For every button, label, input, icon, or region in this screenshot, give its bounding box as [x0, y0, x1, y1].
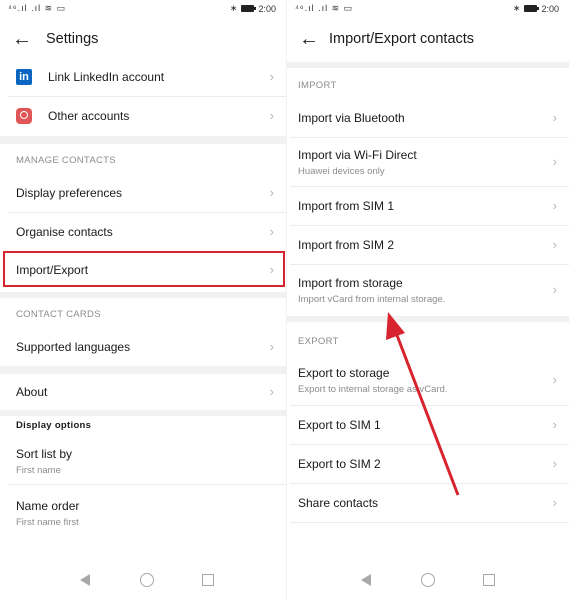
import-export-title-bar: ← Import/Export contacts [287, 22, 569, 58]
display-preferences-item[interactable]: Display preferences › [8, 174, 286, 213]
item-subtitle: Import vCard from internal storage. [298, 294, 446, 305]
item-label: About [16, 385, 48, 399]
import-wifi-direct-item[interactable]: Import via Wi-Fi Direct Huawei devices o… [290, 138, 569, 187]
item-label: Display preferences [16, 186, 123, 200]
item-label: Import from SIM 1 [298, 199, 395, 213]
section-header-export: EXPORT [298, 336, 339, 347]
section-divider [287, 316, 569, 322]
item-label: Import from SIM 2 [298, 238, 395, 252]
about-item[interactable]: About › [8, 374, 286, 410]
item-subtitle: Export to internal storage as vCard. [298, 384, 448, 395]
back-arrow-icon[interactable]: ← [12, 28, 34, 50]
signal-indicators: ⁴⁶.ıl .ıl ≋ ▭ [8, 3, 67, 13]
status-bar: ⁴⁶.ıl .ıl ≋ ▭ ∗ 2:00 [287, 0, 569, 18]
nav-recents-icon[interactable] [483, 574, 495, 586]
item-label: Export to SIM 1 [298, 418, 381, 432]
import-sim2-item[interactable]: Import from SIM 2 › [290, 226, 569, 265]
item-label: Import via Wi-Fi Direct [298, 148, 417, 162]
import-bluetooth-item[interactable]: Import via Bluetooth › [290, 99, 569, 138]
chevron-right-icon: › [552, 198, 557, 213]
section-divider [287, 62, 569, 68]
section-divider [0, 292, 286, 298]
section-divider [0, 410, 286, 416]
settings-title-bar: ← Settings [0, 22, 286, 58]
chevron-right-icon: › [552, 154, 557, 169]
chevron-right-icon: › [552, 417, 557, 432]
item-value: First name first [16, 517, 79, 528]
clock: 2:00 [258, 3, 276, 14]
export-sim2-item[interactable]: Export to SIM 2 › [290, 445, 569, 484]
share-contacts-item[interactable]: Share contacts › [290, 484, 569, 523]
account-icon [16, 108, 32, 124]
supported-languages-item[interactable]: Supported languages › [8, 328, 286, 366]
signal-indicators: ⁴⁶.ıl .ıl ≋ ▭ [295, 3, 354, 13]
chevron-right-icon: › [552, 237, 557, 252]
chevron-right-icon: › [552, 282, 557, 297]
linkedin-icon: in [16, 69, 32, 85]
section-divider [0, 136, 286, 144]
nav-recents-icon[interactable] [202, 574, 214, 586]
nav-back-icon[interactable] [361, 574, 371, 586]
item-label: Sort list by [16, 447, 73, 461]
section-divider [0, 366, 286, 374]
item-label: Export to SIM 2 [298, 457, 381, 471]
page-title: Import/Export contacts [329, 31, 475, 47]
chevron-right-icon: › [269, 339, 274, 354]
section-header-contact-cards: CONTACT CARDS [16, 309, 101, 320]
chevron-right-icon: › [552, 495, 557, 510]
item-label: Export to storage [298, 366, 390, 380]
navigation-bar [287, 566, 569, 600]
chevron-right-icon: › [269, 108, 274, 123]
battery-icon [524, 5, 540, 12]
back-arrow-icon[interactable]: ← [299, 28, 321, 50]
battery-icon [241, 5, 257, 12]
import-sim1-item[interactable]: Import from SIM 1 › [290, 187, 569, 226]
section-header-manage: MANAGE CONTACTS [16, 155, 116, 166]
item-label: Organise contacts [16, 225, 113, 239]
chevron-right-icon: › [552, 110, 557, 125]
clock: 2:00 [541, 3, 559, 14]
item-label: Name order [16, 499, 80, 513]
item-label: Link LinkedIn account [48, 70, 165, 84]
name-order-item[interactable]: Name order First name first [8, 490, 286, 536]
other-accounts-item[interactable]: Other accounts › [8, 97, 286, 135]
bluetooth-icon: ∗ [512, 3, 521, 13]
import-export-screen: ⁴⁶.ıl .ıl ≋ ▭ ∗ 2:00 ← Import/Export cont… [287, 0, 569, 600]
item-label: Import via Bluetooth [298, 111, 405, 125]
nav-home-icon[interactable] [421, 573, 435, 587]
nav-home-icon[interactable] [140, 573, 154, 587]
status-bar: ⁴⁶.ıl .ıl ≋ ▭ ∗ 2:00 [0, 0, 286, 18]
export-storage-item[interactable]: Export to storage Export to internal sto… [290, 355, 569, 406]
organise-contacts-item[interactable]: Organise contacts › [8, 213, 286, 252]
chevron-right-icon: › [269, 224, 274, 239]
chevron-right-icon: › [269, 384, 274, 399]
item-label: Other accounts [48, 109, 130, 123]
linkedin-account-item[interactable]: in Link LinkedIn account › [8, 58, 286, 97]
highlight-box [3, 251, 285, 287]
navigation-bar [0, 566, 286, 600]
chevron-right-icon: › [552, 372, 557, 387]
chevron-right-icon: › [269, 69, 274, 84]
nav-back-icon[interactable] [80, 574, 90, 586]
item-label: Supported languages [16, 340, 131, 354]
section-header-display-options: Display options [16, 420, 92, 431]
sort-list-item[interactable]: Sort list by First name [8, 438, 286, 485]
import-storage-item[interactable]: Import from storage Import vCard from in… [290, 265, 569, 315]
chevron-right-icon: › [269, 185, 274, 200]
item-label: Share contacts [298, 496, 379, 510]
bluetooth-icon: ∗ [229, 3, 238, 13]
section-header-import: IMPORT [298, 80, 337, 91]
item-subtitle: Huawei devices only [298, 166, 385, 177]
page-title: Settings [46, 31, 99, 47]
item-value: First name [16, 465, 61, 476]
export-sim1-item[interactable]: Export to SIM 1 › [290, 406, 569, 445]
chevron-right-icon: › [552, 456, 557, 471]
item-label: Import from storage [298, 276, 403, 290]
settings-screen: ⁴⁶.ıl .ıl ≋ ▭ ∗ 2:00 ← Settings in Link L… [0, 0, 286, 600]
